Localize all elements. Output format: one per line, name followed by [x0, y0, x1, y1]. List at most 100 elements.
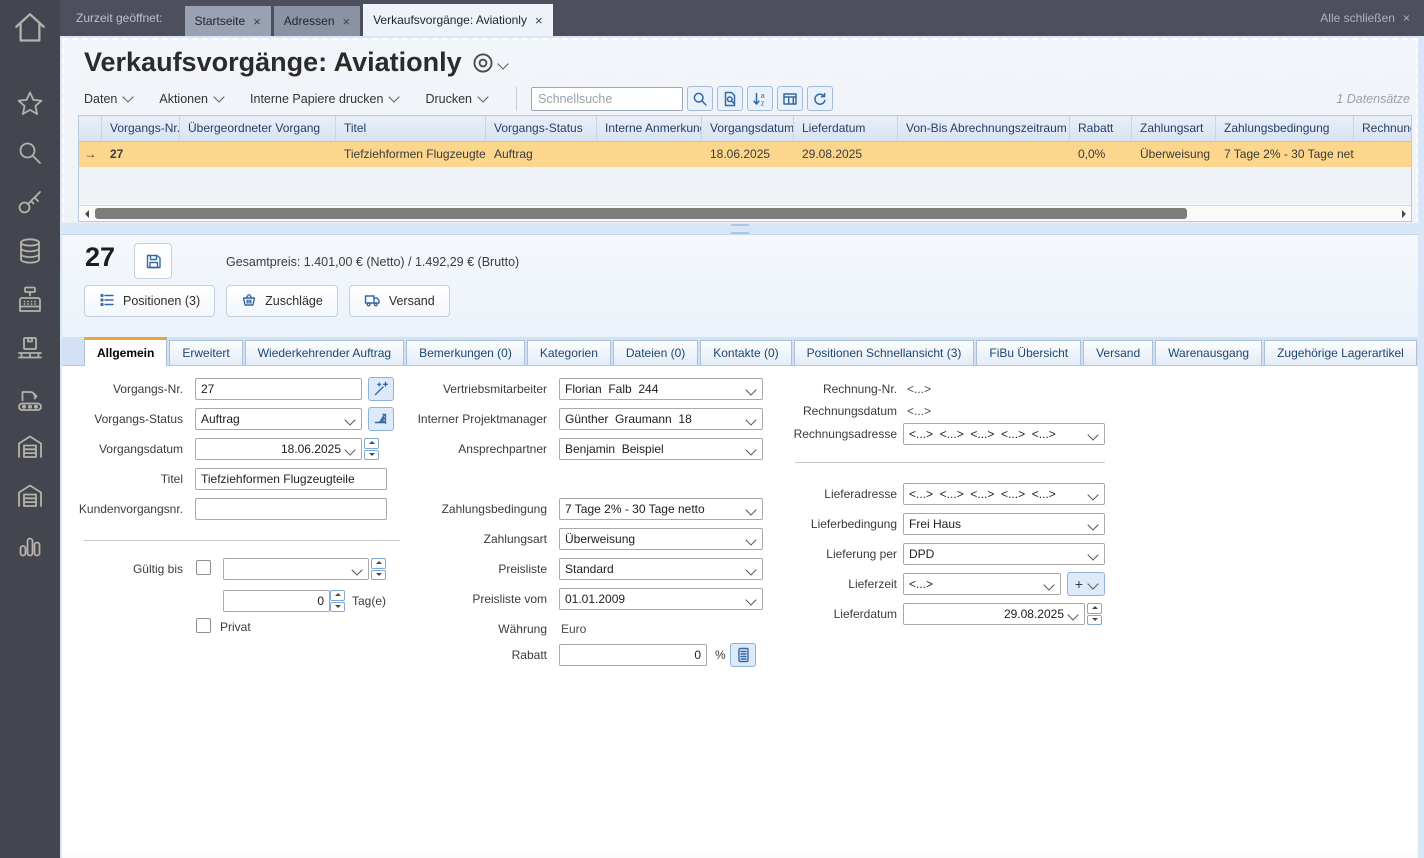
ansprechpartner-select[interactable]: Benjamin Beispiel	[559, 438, 763, 460]
close-all-button[interactable]: Alle schließen ×	[1320, 11, 1410, 25]
tab-startseite[interactable]: Startseite ×	[184, 6, 271, 36]
number-wand-button[interactable]	[368, 377, 394, 401]
menu-drucken[interactable]: Drucken	[425, 91, 489, 106]
document-search-button[interactable]	[716, 86, 743, 111]
view-selector[interactable]	[472, 52, 509, 79]
cell-zahlungsart[interactable]: Überweisung	[1132, 142, 1216, 167]
cell-zahlungsbedingung[interactable]: 7 Tage 2% - 30 Tage netto	[1216, 142, 1354, 167]
vertriebsmitarbeiter-select[interactable]: Florian Falb 244	[559, 378, 763, 400]
cash-register-icon[interactable]	[10, 280, 50, 320]
column-header[interactable]: Rabatt	[1070, 116, 1132, 141]
search-input[interactable]	[530, 86, 683, 111]
lieferbedingung-select[interactable]: Frei Haus	[903, 513, 1105, 535]
tab-dateien[interactable]: Dateien (0)	[612, 340, 699, 365]
cell-interne-anmerkung[interactable]	[597, 142, 702, 167]
cell-uebergeordneter-vorgang[interactable]	[180, 142, 336, 167]
projektmanager-select[interactable]: Günther Graumann 18	[559, 408, 763, 430]
kundenvorgangsnr-input[interactable]	[195, 498, 387, 520]
cell-vorgangs-nr[interactable]: 27	[102, 142, 180, 167]
key-icon[interactable]	[10, 182, 50, 222]
tab-positionen-schnellansicht[interactable]: Positionen Schnellansicht (3)	[793, 340, 975, 365]
column-header[interactable]: Zahlungsart	[1132, 116, 1216, 141]
tab-kategorien[interactable]: Kategorien	[526, 340, 611, 365]
database-icon[interactable]	[10, 231, 50, 271]
rabatt-calculator-button[interactable]	[730, 643, 756, 667]
gueltig-tage-input[interactable]	[223, 590, 330, 612]
refresh-button[interactable]	[806, 86, 833, 111]
status-workflow-button[interactable]	[368, 407, 394, 431]
scroll-right-arrow[interactable]	[1397, 206, 1411, 221]
tab-warenausgang[interactable]: Warenausgang	[1155, 340, 1263, 365]
gueltig-bis-date-input[interactable]	[223, 558, 369, 580]
cell-von-bis[interactable]	[898, 142, 1070, 167]
lieferdatum-input[interactable]: 29.08.2025	[903, 603, 1085, 625]
cell-rechnungs[interactable]	[1354, 142, 1411, 167]
titel-input[interactable]	[195, 468, 387, 490]
privat-checkbox[interactable]	[196, 618, 211, 633]
gueltig-tage-stepper[interactable]	[330, 590, 345, 612]
column-header[interactable]: Vorgangs-Status	[486, 116, 597, 141]
production-conveyor-icon[interactable]	[10, 378, 50, 418]
bar-chart-icon[interactable]	[10, 525, 50, 565]
column-header[interactable]: Vorgangsdatum	[702, 116, 794, 141]
menu-aktionen[interactable]: Aktionen	[159, 91, 225, 106]
preisliste-select[interactable]: Standard	[559, 558, 763, 580]
close-icon[interactable]: ×	[535, 14, 543, 27]
column-header[interactable]: Vorgangs-Nr.	[102, 116, 180, 141]
column-header[interactable]: Interne Anmerkung	[597, 116, 702, 141]
zuschlaege-button[interactable]: Zuschläge	[226, 285, 338, 317]
vorgangs-nr-input[interactable]	[195, 378, 362, 400]
warehouse-gate-alt-icon[interactable]	[10, 476, 50, 516]
sort-button[interactable]: az	[746, 86, 773, 111]
lieferung-per-select[interactable]: DPD	[903, 543, 1105, 565]
lieferzeit-select[interactable]: <...>	[903, 573, 1061, 595]
zahlungsbedingung-select[interactable]: 7 Tage 2% - 30 Tage netto	[559, 498, 763, 520]
preisliste-vom-select[interactable]: 01.01.2009	[559, 588, 763, 610]
tab-adressen[interactable]: Adressen ×	[273, 6, 361, 36]
zahlungsart-select[interactable]: Überweisung	[559, 528, 763, 550]
rechnungsadresse-select[interactable]: <...> <...> <...> <...> <...>	[903, 423, 1105, 445]
close-icon[interactable]: ×	[253, 15, 261, 28]
tab-verkaufsvorgaenge[interactable]: Verkaufsvorgänge: Aviationly ×	[363, 4, 553, 36]
gueltig-bis-stepper[interactable]	[371, 558, 386, 580]
cell-rabatt[interactable]: 0,0%	[1070, 142, 1132, 167]
tab-erweitert[interactable]: Erweitert	[169, 340, 243, 365]
gueltig-bis-checkbox[interactable]	[196, 560, 211, 575]
lieferzeit-add-button[interactable]: +	[1067, 572, 1105, 596]
home-icon[interactable]	[10, 8, 50, 48]
tab-allgemein[interactable]: Allgemein	[84, 337, 168, 366]
splitter-handle[interactable]	[62, 222, 1418, 235]
cell-titel[interactable]: Tiefziehformen Flugzeugteile	[336, 142, 486, 167]
menu-interne-papiere-drucken[interactable]: Interne Papiere drucken	[250, 91, 401, 106]
cell-vorgangsdatum[interactable]: 18.06.2025	[702, 142, 794, 167]
column-header[interactable]: Rechnungs	[1354, 116, 1411, 141]
rabatt-input[interactable]	[559, 644, 707, 666]
menu-daten[interactable]: Daten	[84, 91, 135, 106]
column-chooser-button[interactable]	[776, 86, 803, 111]
table-row[interactable]: → 27 Tiefziehformen Flugzeugteile Auftra…	[79, 142, 1411, 167]
scroll-left-arrow[interactable]	[79, 206, 93, 221]
tab-kontakte[interactable]: Kontakte (0)	[700, 340, 792, 365]
close-icon[interactable]: ×	[343, 15, 351, 28]
positionen-button[interactable]: Positionen (3)	[84, 285, 216, 317]
column-header[interactable]: Von-Bis Abrechnungszeitraum	[898, 116, 1070, 141]
cell-vorgangs-status[interactable]: Auftrag	[486, 142, 597, 167]
save-button[interactable]	[134, 243, 172, 279]
lieferadresse-select[interactable]: <...> <...> <...> <...> <...>	[903, 483, 1105, 505]
cell-lieferdatum[interactable]: 29.08.2025	[794, 142, 898, 167]
tab-fibu-uebersicht[interactable]: FiBu Übersicht	[976, 340, 1082, 365]
lieferdatum-stepper[interactable]	[1087, 603, 1102, 625]
horizontal-scrollbar[interactable]	[79, 205, 1411, 221]
search-button[interactable]	[686, 86, 713, 111]
pallet-package-icon[interactable]	[10, 329, 50, 369]
versand-button[interactable]: Versand	[348, 285, 450, 317]
column-header[interactable]: Lieferdatum	[794, 116, 898, 141]
vorgangsdatum-stepper[interactable]	[364, 438, 379, 460]
scrollbar-thumb[interactable]	[95, 208, 1187, 219]
warehouse-gate-icon[interactable]	[10, 427, 50, 467]
vorgangsdatum-input[interactable]: 18.06.2025	[195, 438, 362, 460]
favorites-star-icon[interactable]	[10, 84, 50, 124]
column-header[interactable]: Zahlungsbedingung	[1216, 116, 1354, 141]
column-header[interactable]: Übergeordneter Vorgang	[180, 116, 336, 141]
column-header[interactable]: Titel	[336, 116, 486, 141]
